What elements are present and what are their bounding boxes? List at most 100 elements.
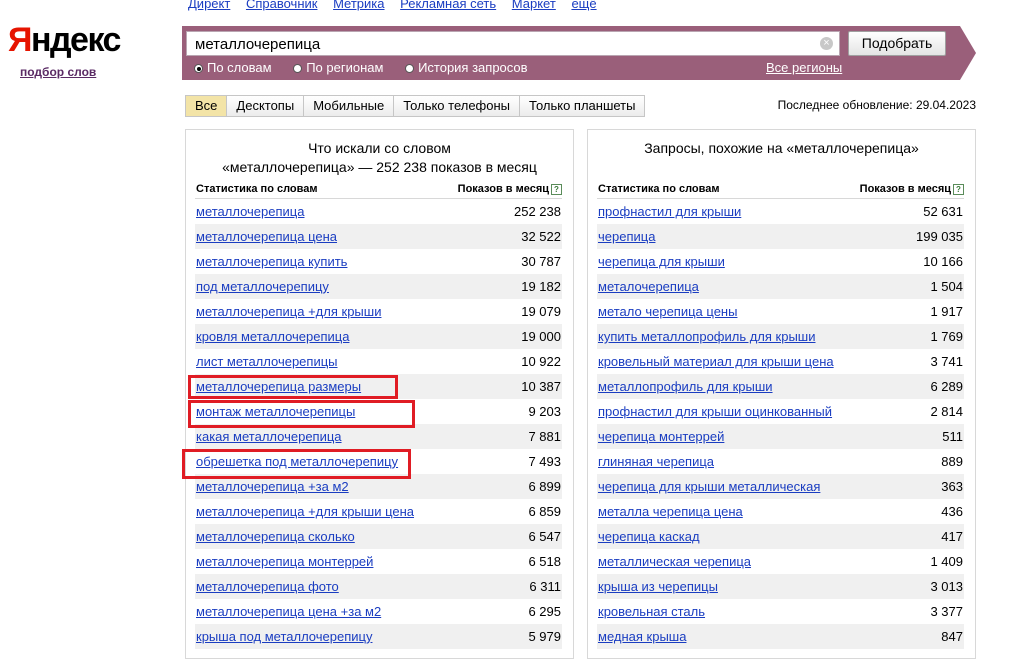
nav-metrika-link[interactable]: Метрика xyxy=(333,0,384,11)
all-regions-link[interactable]: Все регионы xyxy=(766,60,842,75)
table-row: черепица 199 035 xyxy=(597,224,964,249)
radio-dot-icon xyxy=(293,64,303,73)
keyword-link[interactable]: черепица каскад xyxy=(598,524,700,549)
table-row: медная крыша 847 xyxy=(597,624,964,649)
radio-label: По регионам xyxy=(306,60,384,75)
keyword-link[interactable]: купить металлопрофиль для крыши xyxy=(598,324,816,349)
search-input[interactable]: металлочерепица × xyxy=(186,31,840,56)
keyword-link[interactable]: под металлочерепицу xyxy=(196,274,329,299)
keyword-link[interactable]: глиняная черепица xyxy=(598,449,714,474)
keyword-link[interactable]: черепица монтеррей xyxy=(598,424,724,449)
keyword-link[interactable]: металлочерепица +для крыши xyxy=(196,299,381,324)
table-row: черепица монтеррей 511 xyxy=(597,424,964,449)
keyword-link[interactable]: металлочерепица xyxy=(196,199,304,224)
table-row: профнастил для крыши 52 631 xyxy=(597,199,964,224)
yandex-logo[interactable]: Яндекс xyxy=(8,18,122,62)
keyword-link[interactable]: черепица для крыши xyxy=(598,249,725,274)
nav-market-link[interactable]: Маркет xyxy=(512,0,556,11)
keyword-link[interactable]: кровельный материал для крыши цена xyxy=(598,349,834,374)
left-panel-title-line1: Что искали со словом xyxy=(308,140,451,156)
table-row: металлопрофиль для крыши 6 289 xyxy=(597,374,964,399)
impressions-count: 1 769 xyxy=(930,329,963,344)
table-row: купить металлопрофиль для крыши 1 769 xyxy=(597,324,964,349)
radio-dot-icon xyxy=(405,64,415,73)
impressions-count: 10 387 xyxy=(521,379,561,394)
table-row: металла черепица цена 436 xyxy=(597,499,964,524)
logo-rest: ндекс xyxy=(30,21,122,59)
keyword-link[interactable]: черепица для крыши металлическая xyxy=(598,474,820,499)
impressions-count: 6 547 xyxy=(528,529,561,544)
find-button[interactable]: Подобрать xyxy=(848,31,946,56)
table-row: металочерепица 1 504 xyxy=(597,274,964,299)
logo-first-letter: Я xyxy=(8,21,32,59)
impressions-count: 7 493 xyxy=(528,454,561,469)
keyword-link[interactable]: металлочерепица фото xyxy=(196,574,339,599)
keyword-link[interactable]: металлочерепица цена +за м2 xyxy=(196,599,381,624)
impressions-count: 30 787 xyxy=(521,254,561,269)
tab-phones-only[interactable]: Только телефоны xyxy=(394,96,521,116)
nav-more-link[interactable]: ещё xyxy=(571,0,596,11)
wordstat-link[interactable]: подбор слов xyxy=(20,65,96,79)
keyword-link[interactable]: металлочерепица монтеррей xyxy=(196,549,373,574)
keyword-link[interactable]: крыша из черепицы xyxy=(598,574,718,599)
impressions-count: 6 295 xyxy=(528,604,561,619)
keyword-link[interactable]: профнастил для крыши xyxy=(598,199,741,224)
keyword-link[interactable]: крыша под металлочерепицу xyxy=(196,624,372,649)
nav-adnetwork-link[interactable]: Рекламная сеть xyxy=(400,0,496,11)
keyword-link[interactable]: металлочерепица +для крыши цена xyxy=(196,499,414,524)
last-update-text: Последнее обновление: 29.04.2023 xyxy=(777,98,976,112)
impressions-count: 19 182 xyxy=(521,279,561,294)
tab-mobile[interactable]: Мобильные xyxy=(304,96,395,116)
table-row: металлочерепица +для крыши 19 079 xyxy=(195,299,562,324)
impressions-count: 3 741 xyxy=(930,354,963,369)
keyword-link[interactable]: профнастил для крыши оцинкованный xyxy=(598,399,832,424)
keyword-link[interactable]: лист металлочерепицы xyxy=(196,349,338,374)
impressions-count: 6 899 xyxy=(528,479,561,494)
search-mode-radios: По словам По регионам История запросов xyxy=(194,60,546,75)
table-row: профнастил для крыши оцинкованный 2 814 xyxy=(597,399,964,424)
keyword-link[interactable]: кровля металлочерепица xyxy=(196,324,349,349)
keyword-link[interactable]: металлическая черепица xyxy=(598,549,751,574)
keyword-link[interactable]: металлочерепица купить xyxy=(196,249,347,274)
impressions-count: 7 881 xyxy=(528,429,561,444)
impressions-count: 52 631 xyxy=(923,204,963,219)
clear-icon[interactable]: × xyxy=(820,37,833,50)
table-row: металлочерепица сколько 6 547 xyxy=(195,524,562,549)
impressions-count: 252 238 xyxy=(514,204,561,219)
column-header-count: Показов в месяц? xyxy=(458,183,562,195)
column-header-count-label: Показов в месяц xyxy=(859,183,951,195)
column-header-keyword: Статистика по словам xyxy=(196,183,318,195)
impressions-count: 3 013 xyxy=(930,579,963,594)
keyword-link[interactable]: металочерепица xyxy=(598,274,699,299)
keyword-link[interactable]: металлопрофиль для крыши xyxy=(598,374,773,399)
help-icon[interactable]: ? xyxy=(953,184,964,195)
nav-direct-link[interactable]: Директ xyxy=(188,0,230,11)
keyword-link[interactable]: метало черепица цены xyxy=(598,299,737,324)
keyword-link[interactable]: металла черепица цена xyxy=(598,499,743,524)
column-header-count-label: Показов в месяц xyxy=(457,183,549,195)
keyword-link[interactable]: кровельная сталь xyxy=(598,599,705,624)
radio-history[interactable]: История запросов xyxy=(405,60,528,75)
tab-all[interactable]: Все xyxy=(186,96,228,116)
radio-label: История запросов xyxy=(418,60,528,75)
table-row: металлочерепица цена 32 522 xyxy=(195,224,562,249)
impressions-count: 19 000 xyxy=(521,329,561,344)
impressions-count: 436 xyxy=(941,504,963,519)
table-row: под металлочерепицу 19 182 xyxy=(195,274,562,299)
radio-by-regions[interactable]: По регионам xyxy=(293,60,383,75)
impressions-count: 199 035 xyxy=(916,229,963,244)
radio-by-words[interactable]: По словам xyxy=(194,60,272,75)
right-panel-title: Запросы, похожие на «металлочерепица» xyxy=(644,140,919,156)
impressions-count: 19 079 xyxy=(521,304,561,319)
keyword-link[interactable]: металлочерепица цена xyxy=(196,224,337,249)
nav-directory-link[interactable]: Справочник xyxy=(246,0,318,11)
keyword-link[interactable]: металлочерепица сколько xyxy=(196,524,355,549)
impressions-count: 6 859 xyxy=(528,504,561,519)
table-row: металлочерепица купить 30 787 xyxy=(195,249,562,274)
keyword-link[interactable]: черепица xyxy=(598,224,655,249)
keyword-link[interactable]: медная крыша xyxy=(598,624,686,649)
help-icon[interactable]: ? xyxy=(551,184,562,195)
tab-desktops[interactable]: Десктопы xyxy=(227,96,305,116)
tab-tablets-only[interactable]: Только планшеты xyxy=(520,96,645,116)
impressions-count: 511 xyxy=(942,429,963,444)
